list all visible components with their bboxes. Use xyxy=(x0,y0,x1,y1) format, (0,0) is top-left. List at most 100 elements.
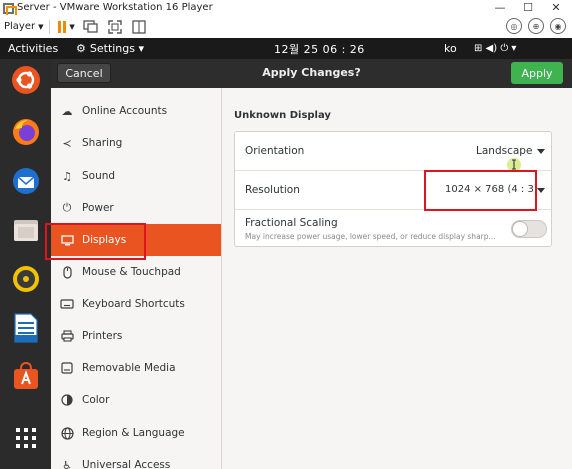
pause-button[interactable]: ▼ xyxy=(55,18,79,36)
sidebar-item-label: Printers xyxy=(82,330,123,342)
mouse-icon xyxy=(60,265,74,279)
unity-button[interactable] xyxy=(127,18,151,36)
orientation-label: Orientation xyxy=(245,145,305,157)
vmware-logo-icon xyxy=(2,2,17,17)
rhythmbox-icon xyxy=(12,265,39,292)
maximize-button[interactable]: ☐ xyxy=(514,0,542,15)
app-menu-label: Settings ▾ xyxy=(89,42,145,55)
dock xyxy=(0,59,51,469)
sidebar-item-label: Sound xyxy=(82,170,116,182)
input-method-indicator[interactable]: ko xyxy=(444,42,457,55)
display-name: Unknown Display xyxy=(234,110,331,121)
settings-sidebar: ☁ Online Accounts ≺ Sharing ♫ Sound ⏻ Po… xyxy=(51,88,222,469)
dock-firefox[interactable] xyxy=(9,115,42,148)
removable-media-icon xyxy=(60,361,74,375)
annotation-box-displays xyxy=(45,223,146,260)
ubuntu-logo-icon xyxy=(11,65,40,94)
sidebar-item-sound[interactable]: ♫ Sound xyxy=(51,160,221,192)
dock-libreoffice-writer[interactable] xyxy=(9,311,42,344)
apply-button[interactable]: Apply xyxy=(511,62,563,84)
sidebar-item-power[interactable]: ⏻ Power xyxy=(51,192,221,224)
pause-icon xyxy=(58,20,67,33)
minimize-button[interactable]: — xyxy=(486,0,514,15)
libreoffice-writer-icon xyxy=(13,312,38,343)
vmware-toolbar: Player ▼ ▼ ◎ ⊕ ◉ xyxy=(0,15,572,38)
firefox-icon xyxy=(12,118,39,145)
sidebar-item-label: Keyboard Shortcuts xyxy=(82,298,185,310)
globe-icon xyxy=(60,426,74,440)
dock-thunderbird[interactable] xyxy=(9,164,42,197)
dock-ubuntu-software[interactable] xyxy=(9,63,42,96)
gnome-topbar: Activities ⚙ Settings ▾ 12월 25 06 : 26 k… xyxy=(0,38,572,59)
orientation-row[interactable]: Orientation Landscape xyxy=(235,132,551,172)
send-ctrl-alt-del-button[interactable] xyxy=(79,18,103,36)
sidebar-item-mouse-touchpad[interactable]: Mouse & Touchpad xyxy=(51,256,221,288)
clock[interactable]: 12월 25 06 : 26 xyxy=(274,41,365,57)
activities-button[interactable]: Activities xyxy=(8,42,58,55)
chevron-down-icon: ▼ xyxy=(69,22,75,31)
online-accounts-icon: ☁ xyxy=(61,104,73,118)
sound-status-icon[interactable]: ◉ xyxy=(550,18,566,34)
dock-show-applications[interactable] xyxy=(9,421,42,454)
fractional-scaling-description: May increase power usage, lower speed, o… xyxy=(245,232,496,241)
device-status-icon[interactable]: ◎ xyxy=(506,18,522,34)
sidebar-item-printers[interactable]: Printers xyxy=(51,320,221,352)
files-icon xyxy=(13,219,38,241)
displays-panel: Unknown Display Orientation Landscape Re… xyxy=(222,88,572,469)
sidebar-item-label: Sharing xyxy=(82,137,123,149)
vmware-titlebar: Server - VMware Workstation 16 Player — … xyxy=(0,0,572,17)
printer-icon xyxy=(60,329,74,343)
fit-screen-icon xyxy=(107,19,122,34)
dock-rhythmbox[interactable] xyxy=(9,262,42,295)
software-bag-icon xyxy=(13,361,38,389)
sidebar-item-universal-access[interactable]: ♿ Universal Access xyxy=(51,449,221,469)
devices-icon xyxy=(83,20,98,33)
sidebar-item-label: Removable Media xyxy=(82,362,176,374)
system-status-menu[interactable]: ⊞ ◀) ⏻ ▾ xyxy=(474,43,516,54)
dock-ubuntu-software-center[interactable] xyxy=(9,359,42,392)
gear-icon: ⚙ xyxy=(76,42,86,55)
fit-guest-button[interactable] xyxy=(103,18,127,36)
player-menu-button[interactable]: Player ▼ xyxy=(4,21,44,32)
dock-files[interactable] xyxy=(9,213,42,246)
chevron-down-icon xyxy=(537,188,545,193)
sidebar-item-label: Mouse & Touchpad xyxy=(82,266,181,278)
sidebar-item-label: Color xyxy=(82,394,110,406)
accessibility-icon: ♿ xyxy=(62,458,72,469)
sidebar-item-sharing[interactable]: ≺ Sharing xyxy=(51,127,221,159)
window-title: Server - VMware Workstation 16 Player xyxy=(17,2,213,13)
player-menu-label: Player xyxy=(4,21,36,32)
thunderbird-icon xyxy=(12,167,39,194)
headerbar-title: Apply Changes? xyxy=(262,66,361,79)
color-icon xyxy=(60,393,74,407)
chevron-down-icon: ▼ xyxy=(38,22,44,31)
app-menu-settings[interactable]: ⚙ Settings ▾ xyxy=(76,42,144,55)
sidebar-item-label: Power xyxy=(82,202,114,214)
sidebar-item-label: Region & Language xyxy=(82,427,185,439)
app-grid-icon xyxy=(15,427,36,448)
fractional-scaling-label: Fractional Scaling xyxy=(245,217,338,229)
annotation-box-resolution xyxy=(424,170,537,211)
fractional-scaling-toggle[interactable] xyxy=(511,220,547,238)
sharing-icon: ≺ xyxy=(62,136,72,150)
network-status-icon[interactable]: ⊕ xyxy=(528,18,544,34)
unity-icon xyxy=(131,19,146,34)
sound-icon: ♫ xyxy=(62,169,72,183)
keyboard-icon xyxy=(60,297,74,311)
chevron-down-icon xyxy=(537,149,545,154)
resolution-label: Resolution xyxy=(245,184,300,196)
fractional-scaling-row: Fractional Scaling May increase power us… xyxy=(235,210,551,247)
status-icons: ⊞ ◀) ⏻ ▾ xyxy=(474,43,517,54)
toolbar-divider xyxy=(48,19,50,34)
sidebar-item-label: Universal Access xyxy=(82,459,171,469)
sidebar-item-color[interactable]: Color xyxy=(51,384,221,416)
sidebar-item-keyboard-shortcuts[interactable]: Keyboard Shortcuts xyxy=(51,288,221,320)
settings-headerbar: Cancel Apply Changes? Apply xyxy=(51,59,572,88)
power-icon: ⏻ xyxy=(62,201,72,214)
sidebar-item-region-language[interactable]: Region & Language xyxy=(51,417,221,449)
sidebar-item-removable-media[interactable]: Removable Media xyxy=(51,352,221,384)
sidebar-item-online-accounts[interactable]: ☁ Online Accounts xyxy=(51,95,221,127)
orientation-value[interactable]: Landscape xyxy=(476,145,532,157)
close-button[interactable]: ✕ xyxy=(542,0,570,15)
toggle-knob xyxy=(512,221,528,237)
